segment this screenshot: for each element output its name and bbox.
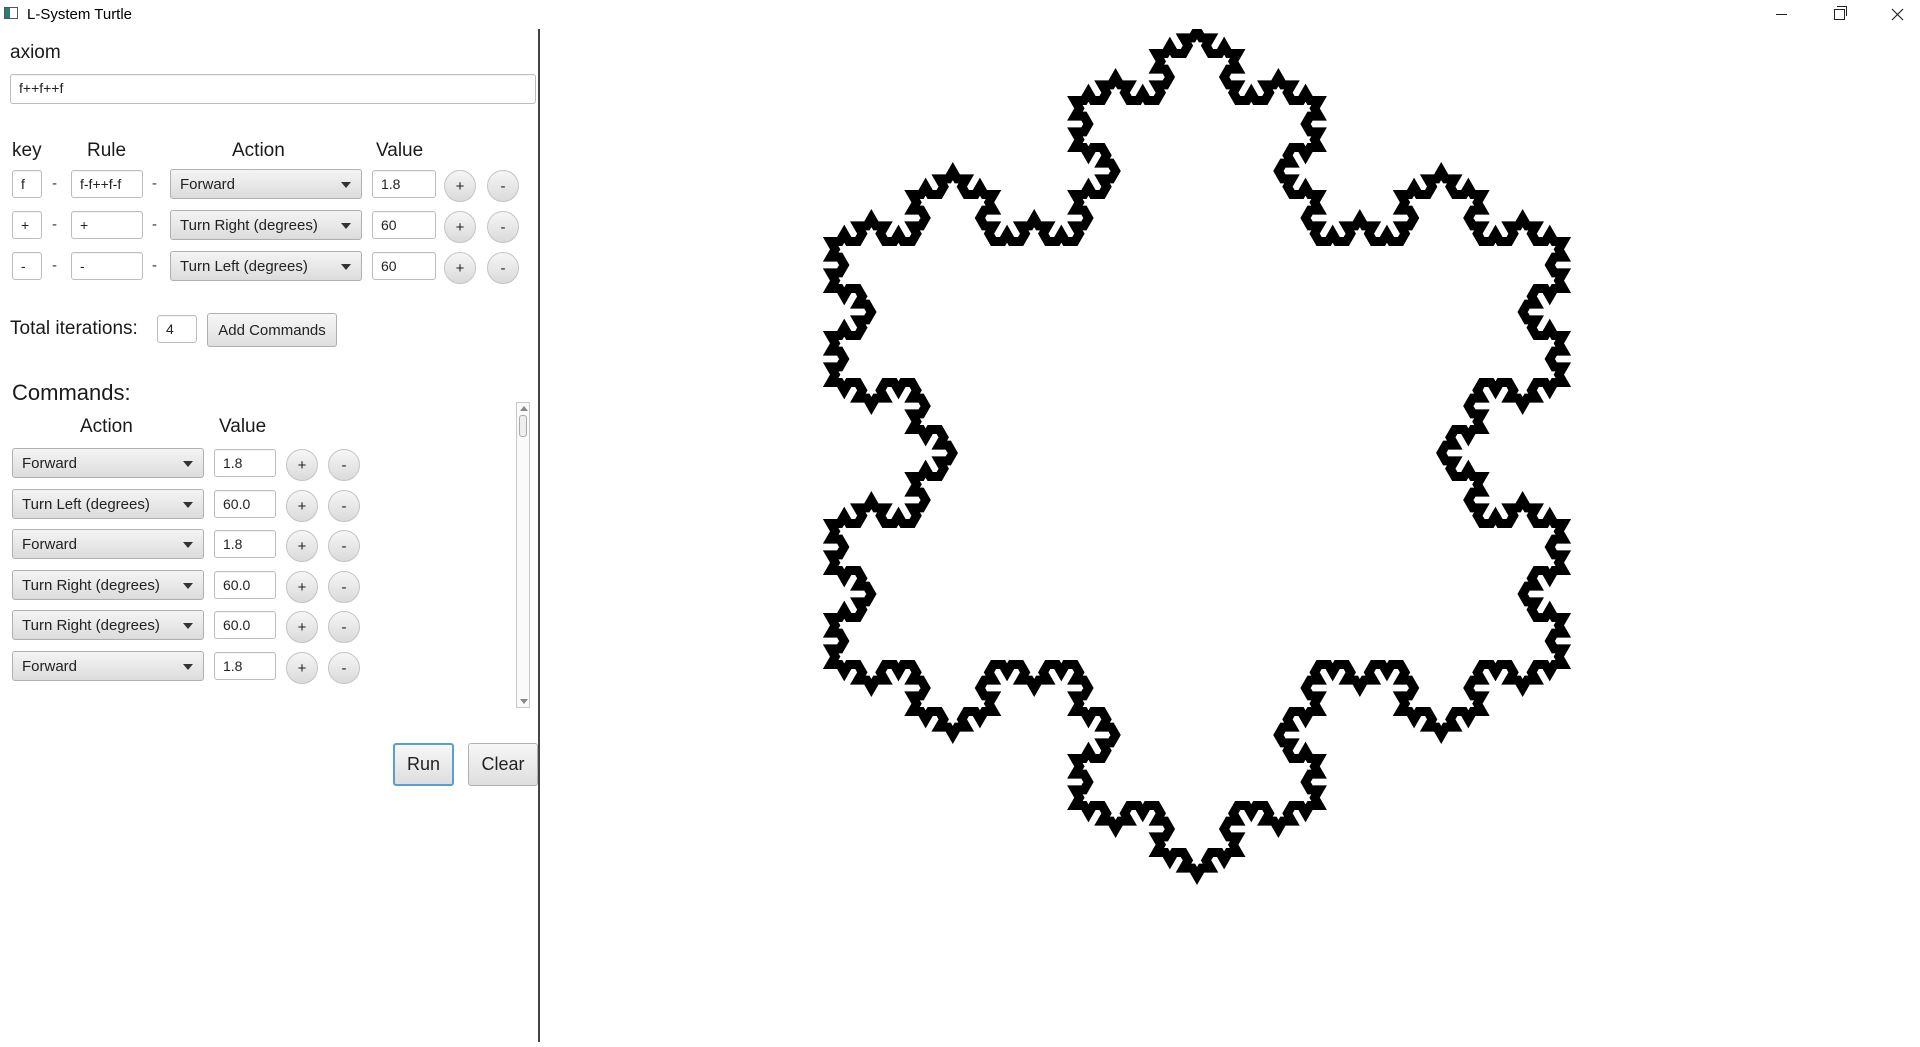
rule-remove-button[interactable]: -	[487, 170, 519, 202]
chevron-down-icon	[341, 182, 351, 188]
rule-key-input[interactable]: +	[12, 211, 42, 239]
separator: -	[52, 175, 57, 192]
koch-snowflake-path	[822, 20, 1572, 886]
command-action-value: Forward	[22, 536, 78, 553]
separator: -	[152, 175, 157, 192]
chevron-down-icon	[183, 623, 193, 629]
rule-action-select[interactable]: Turn Left (degrees)	[170, 251, 362, 281]
minimize-icon	[1775, 14, 1787, 15]
restore-button[interactable]	[1816, 0, 1862, 29]
separator: -	[152, 257, 157, 274]
rule-action-value: Forward	[180, 176, 236, 193]
command-action-value: Turn Left (degrees)	[22, 496, 150, 513]
scroll-thumb[interactable]	[519, 415, 527, 437]
rule-action-select[interactable]: Turn Right (degrees)	[170, 210, 362, 240]
separator: -	[52, 257, 57, 274]
axiom-input[interactable]: f++f++f	[10, 74, 536, 104]
rule-action-select[interactable]: Forward	[170, 169, 362, 199]
koch-snowflake-drawing	[822, 20, 1572, 886]
commands-title: Commands:	[12, 380, 131, 405]
rule-action-value: Turn Right (degrees)	[180, 217, 318, 234]
command-action-value: Forward	[22, 658, 78, 675]
commands-value-header: Value	[219, 416, 267, 437]
rule-remove-button[interactable]: -	[487, 211, 519, 243]
command-action-value: Turn Right (degrees)	[22, 617, 160, 634]
command-value-input[interactable]: 1.8	[214, 652, 276, 680]
rules-value-header: Value	[376, 140, 424, 161]
app-icon	[4, 7, 18, 19]
command-remove-button[interactable]: -	[328, 490, 360, 522]
command-remove-button[interactable]: -	[328, 652, 360, 684]
rule-add-button[interactable]: +	[444, 252, 476, 284]
separator: -	[52, 216, 57, 233]
clear-button[interactable]: Clear	[468, 743, 538, 786]
command-action-select[interactable]: Turn Right (degrees)	[12, 610, 204, 640]
iterations-label: Total iterations:	[10, 318, 138, 339]
command-action-select[interactable]: Forward	[12, 448, 204, 478]
chevron-down-icon	[183, 664, 193, 670]
command-action-select[interactable]: Forward	[12, 651, 204, 681]
command-remove-button[interactable]: -	[328, 449, 360, 481]
chevron-down-icon	[183, 461, 193, 467]
command-add-button[interactable]: +	[286, 652, 318, 684]
command-value-input[interactable]: 1.8	[214, 449, 276, 477]
command-remove-button[interactable]: -	[328, 571, 360, 603]
title-bar: L-System Turtle	[0, 0, 1920, 29]
command-action-select[interactable]: Turn Right (degrees)	[12, 570, 204, 600]
command-action-select[interactable]: Forward	[12, 529, 204, 559]
rule-key-input[interactable]: f	[12, 170, 42, 198]
command-action-select[interactable]: Turn Left (degrees)	[12, 489, 204, 519]
rule-value-input[interactable]: 60	[372, 252, 436, 280]
chevron-down-icon	[341, 264, 351, 270]
command-value-input[interactable]: 1.8	[214, 530, 276, 558]
rule-key-input[interactable]: -	[12, 252, 42, 280]
close-button[interactable]	[1874, 0, 1920, 29]
control-panel: axiom f++f++f key Rule Action Value f - …	[0, 29, 538, 1042]
command-action-value: Forward	[22, 455, 78, 472]
rule-value-input[interactable]: 60	[372, 211, 436, 239]
axiom-label: axiom	[10, 42, 61, 63]
rules-rule-header: Rule	[87, 140, 127, 161]
close-icon	[1891, 8, 1903, 21]
rule-input[interactable]: f-f++f-f	[71, 170, 143, 198]
command-add-button[interactable]: +	[286, 571, 318, 603]
rule-remove-button[interactable]: -	[487, 252, 519, 284]
commands-scrollbar[interactable]	[516, 402, 530, 708]
chevron-down-icon	[183, 502, 193, 508]
rule-input[interactable]: +	[71, 211, 143, 239]
rule-add-button[interactable]: +	[444, 211, 476, 243]
chevron-down-icon	[341, 223, 351, 229]
command-action-value: Turn Right (degrees)	[22, 577, 160, 594]
rules-key-header: key	[12, 140, 42, 161]
window-title: L-System Turtle	[27, 6, 133, 23]
command-add-button[interactable]: +	[286, 449, 318, 481]
chevron-down-icon	[183, 542, 193, 548]
separator: -	[152, 216, 157, 233]
add-commands-button[interactable]: Add Commands	[207, 313, 337, 347]
iterations-input[interactable]: 4	[157, 315, 197, 343]
rule-value-input[interactable]: 1.8	[372, 170, 436, 198]
rule-action-value: Turn Left (degrees)	[180, 258, 308, 275]
run-button[interactable]: Run	[393, 743, 454, 786]
command-remove-button[interactable]: -	[328, 530, 360, 562]
rules-action-header: Action	[232, 140, 285, 161]
command-add-button[interactable]: +	[286, 611, 318, 643]
command-add-button[interactable]: +	[286, 490, 318, 522]
commands-action-header: Action	[80, 416, 133, 437]
chevron-down-icon	[183, 583, 193, 589]
rule-add-button[interactable]: +	[444, 170, 476, 202]
scroll-up-arrow-icon[interactable]	[520, 406, 528, 411]
rule-input[interactable]: -	[71, 252, 143, 280]
restore-icon	[1833, 6, 1847, 20]
command-value-input[interactable]: 60.0	[214, 611, 276, 639]
drawing-canvas	[540, 20, 1920, 1042]
scroll-down-arrow-icon[interactable]	[520, 699, 528, 704]
command-value-input[interactable]: 60.0	[214, 490, 276, 518]
minimize-button[interactable]	[1758, 0, 1804, 29]
command-remove-button[interactable]: -	[328, 611, 360, 643]
command-add-button[interactable]: +	[286, 530, 318, 562]
command-value-input[interactable]: 60.0	[214, 571, 276, 599]
